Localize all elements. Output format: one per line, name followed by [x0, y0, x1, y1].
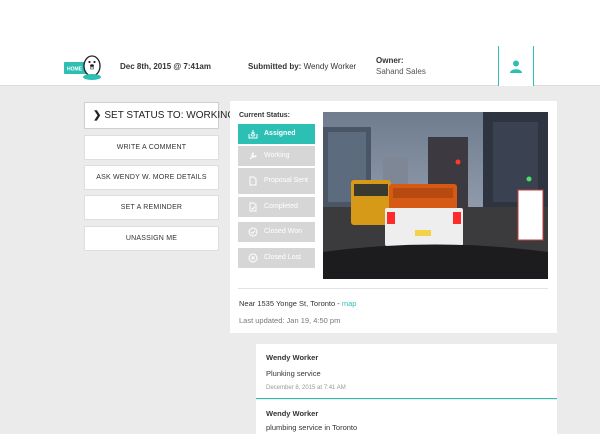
inbox-icon	[248, 130, 258, 139]
status-label: Completed	[264, 203, 298, 210]
unassign-button[interactable]: UNASSIGN ME	[84, 226, 219, 251]
document-check-icon	[249, 202, 257, 212]
set-reminder-button[interactable]: SET A REMINDER	[84, 195, 219, 220]
street-photo-image	[323, 112, 548, 279]
comment-time: December 8, 2015 at 7:41 AM	[266, 385, 346, 391]
status-label: Closed Won	[264, 228, 303, 235]
last-updated: Last updated: Jan 19, 4:50 pm	[239, 316, 341, 325]
owner-name: Sahand Sales	[376, 67, 426, 76]
status-working[interactable]: Working	[238, 146, 315, 166]
set-status-button[interactable]: ❯ SET STATUS TO: WORKING	[84, 102, 235, 129]
comment-author: Wendy Worker	[266, 409, 319, 418]
map-link[interactable]: map	[342, 299, 357, 308]
x-circle-icon	[248, 253, 258, 263]
logo[interactable]: HOME	[64, 52, 104, 82]
status-label: Proposal Sent	[264, 177, 308, 184]
status-label: Working	[264, 152, 290, 159]
job-photo[interactable]	[323, 112, 548, 279]
comment-author: Wendy Worker	[266, 353, 319, 362]
user-menu-button[interactable]	[498, 46, 534, 86]
chevron-right-icon: ❯	[93, 110, 102, 121]
submitted-by: Submitted by: Wendy Worker	[248, 62, 356, 71]
comment-card: Wendy Worker plumbing service in Toronto	[256, 400, 557, 434]
status-completed[interactable]: Completed	[238, 197, 315, 217]
submission-date: Dec 8th, 2015 @ 7:41am	[120, 62, 211, 71]
status-label: Assigned	[264, 130, 296, 137]
check-circle-icon	[248, 227, 258, 237]
status-label: Closed Lost	[264, 254, 301, 261]
set-status-label: SET STATUS TO: WORKING	[104, 110, 236, 121]
current-status-label: Current Status:	[239, 112, 290, 119]
logo-text: HOME	[67, 67, 83, 73]
document-icon	[249, 176, 257, 186]
top-bar	[0, 0, 600, 46]
wrench-icon	[249, 152, 257, 160]
status-assigned[interactable]: Assigned	[238, 124, 315, 144]
comment-body: plumbing service in Toronto	[266, 423, 358, 432]
owner-label: Owner:	[376, 56, 404, 65]
comment-card: Wendy Worker Plunking service December 8…	[256, 344, 557, 399]
user-icon	[510, 60, 522, 73]
status-closed-lost[interactable]: Closed Lost	[238, 248, 315, 268]
comment-body: Plunking service	[266, 369, 321, 378]
divider	[238, 288, 548, 289]
location-text: Near 1535 Yonge St, Toronto -	[239, 299, 340, 308]
job-location: Near 1535 Yonge St, Toronto - map	[239, 299, 356, 308]
submitted-label: Submitted by:	[248, 62, 302, 71]
submitted-name: Wendy Worker	[303, 62, 357, 71]
write-comment-button[interactable]: WRITE A COMMENT	[84, 135, 219, 160]
status-proposal-sent[interactable]: Proposal Sent	[238, 168, 315, 194]
status-closed-won[interactable]: Closed Won	[238, 222, 315, 242]
beaver-logo-icon: HOME	[64, 55, 101, 80]
ask-details-button[interactable]: ASK WENDY W. MORE DETAILS	[84, 165, 219, 190]
